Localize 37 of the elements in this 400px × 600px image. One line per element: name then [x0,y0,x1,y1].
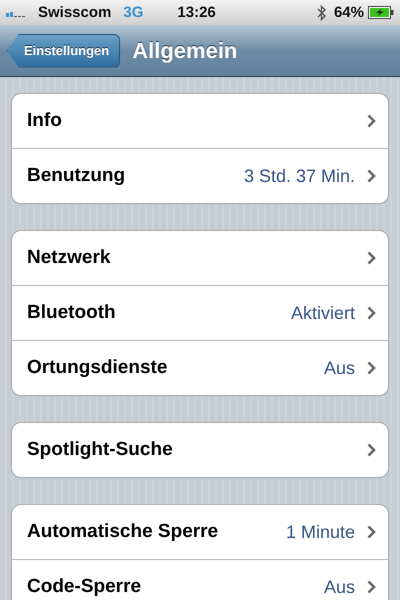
chevron-icon [367,251,376,265]
chevron-icon [367,306,376,320]
chevron-icon [367,114,376,128]
settings-row[interactable]: Automatische Sperre 1 Minute [12,505,388,559]
network-type: 3G [123,4,144,21]
chevron-icon [367,443,376,457]
row-value: Aktiviert [290,302,355,324]
row-label: Automatische Sperre [27,521,220,543]
settings-row[interactable]: Bluetooth Aktiviert [12,285,388,340]
row-label: Ortungsdienste [27,357,168,379]
clock: 13:26 [177,4,217,21]
row-value: 1 Minute [286,522,355,542]
row-label: Bluetooth [27,302,117,324]
row-label: Code-Sperre [27,576,142,598]
chevron-icon [367,169,376,183]
row-label: Info [27,110,63,132]
settings-row[interactable]: Info [12,94,388,148]
row-value: 3 Std. 37 Min. [244,166,355,186]
page-title: Allgemein [132,38,238,64]
row-value: Aus [324,576,355,598]
row-label: Benutzung [27,165,126,187]
settings-row[interactable]: Netzwerk [12,231,388,285]
row-value: Aus [324,358,355,378]
chevron-icon [367,525,376,539]
chevron-icon [367,361,376,375]
chevron-icon [367,580,376,594]
settings-row[interactable]: Code-Sperre Aus [12,559,388,600]
bluetooth-icon [316,4,326,20]
carrier-name: Swisscom [38,4,112,21]
battery-charging-icon [368,6,394,19]
settings-row[interactable]: Spotlight-Suche [12,423,388,477]
row-label: Netzwerk [27,247,112,269]
back-button[interactable]: Einstellungen [7,34,120,68]
row-label: Spotlight-Suche [27,439,174,461]
battery-percentage: 64% [334,4,364,21]
settings-row[interactable]: Benutzung 3 Std. 37 Min. [12,148,388,203]
settings-row[interactable]: Ortungsdienste Aus [12,340,388,395]
